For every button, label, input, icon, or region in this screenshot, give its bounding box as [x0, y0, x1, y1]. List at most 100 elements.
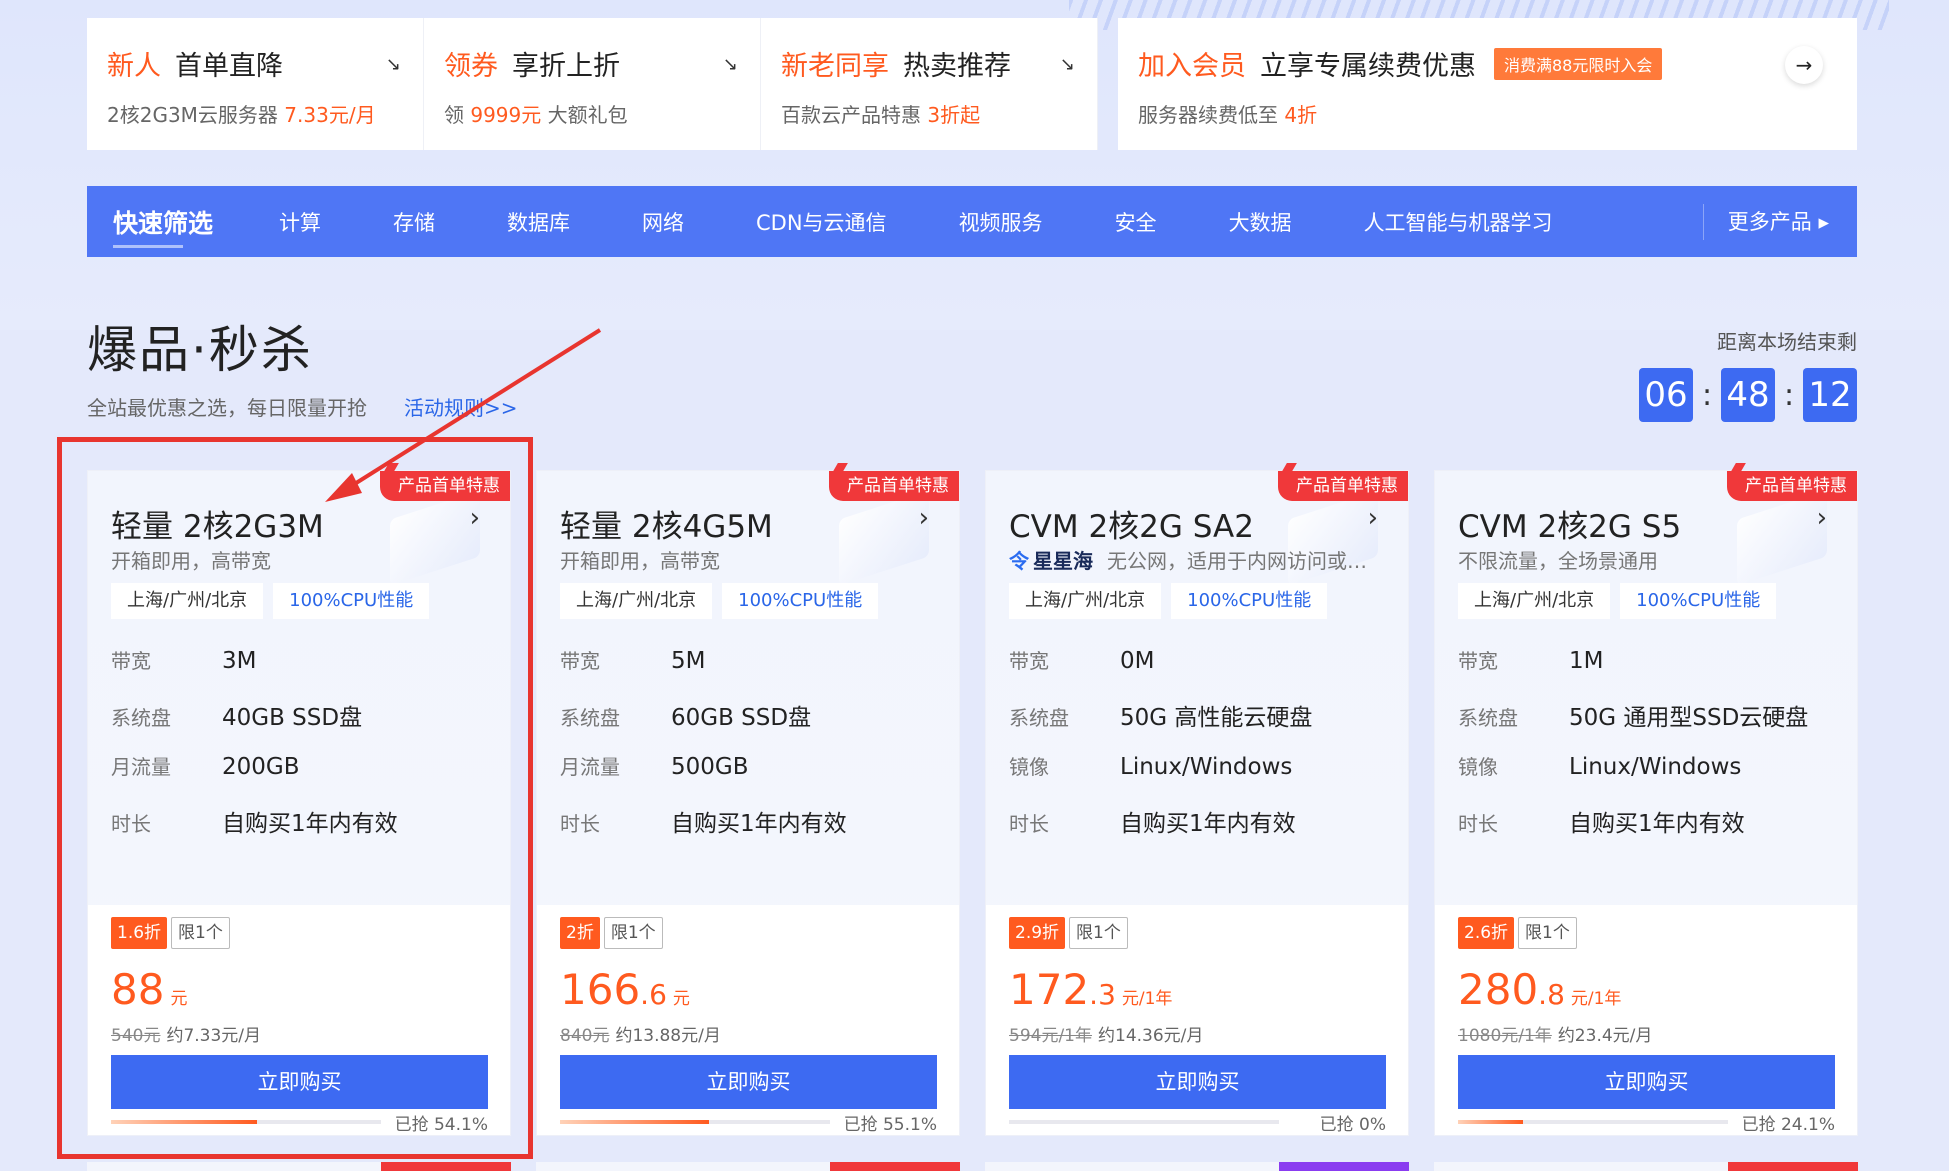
countdown-separator: :	[1783, 377, 1795, 413]
price: 280.8 元/1年	[1458, 965, 1622, 1014]
sold-progress-bar	[1458, 1120, 1728, 1124]
spec-row: 系统盘 40GB SSD盘	[111, 705, 363, 731]
nav-item-database[interactable]: 数据库	[507, 207, 570, 237]
price-area: 2折 限1个 166.6 元 840元 约13.88元/月 立即购买 已抢 55.1%	[537, 905, 959, 1135]
sold-progress-text: 已抢 55.1%	[843, 1115, 937, 1135]
product-card[interactable]: 产品首单特惠 轻量 2核4G5M › 开箱即用，高带宽 上海/广州/北京 100…	[536, 470, 960, 1136]
promo-newuser[interactable]: 新人 首单直降 2核2G3M云服务器 7.33元/月 ↘	[87, 18, 424, 150]
feature-chips: 上海/广州/北京 100%CPU性能	[560, 583, 888, 619]
spec-row: 月流量 500GB	[560, 754, 749, 780]
product-name: CVM 2核2G SA2	[1009, 509, 1254, 545]
chevron-right-icon[interactable]: ›	[470, 503, 480, 533]
promo-coupon[interactable]: 领券 享折上折 领 9999元 大额礼包 ↘	[424, 18, 761, 150]
chevron-right-icon[interactable]: ›	[919, 503, 929, 533]
promo-title-text: 享折上折	[512, 51, 620, 82]
region-chip: 上海/广州/北京	[1009, 583, 1162, 619]
arrow-down-right-icon: ↘	[722, 54, 738, 75]
region-chip: 上海/广州/北京	[560, 583, 713, 619]
limit-badge: 限1个	[603, 917, 663, 949]
nav-item-cdn[interactable]: CDN与云通信	[756, 207, 887, 237]
brand-name: 星星海	[1033, 549, 1093, 573]
feature-chips: 上海/广州/北京 100%CPU性能	[111, 583, 439, 619]
original-price: 540元 约7.33元/月	[111, 1026, 262, 1046]
first-order-tag: 产品首单特惠	[829, 471, 959, 501]
promo-title: 领券 享折上折	[444, 44, 740, 83]
countdown-timer: 06 : 48 : 12	[1639, 368, 1857, 422]
activity-rules-link[interactable]: 活动规则>>	[404, 392, 518, 421]
discount-badge: 2折	[560, 917, 600, 949]
sold-progress-text: 已抢 0%	[1319, 1115, 1386, 1135]
buy-now-button[interactable]: 立即购买	[111, 1055, 488, 1109]
nav-item-security[interactable]: 安全	[1115, 207, 1157, 237]
sold-progress-bar	[1009, 1120, 1279, 1124]
buy-now-button[interactable]: 立即购买	[560, 1055, 937, 1109]
section-title: 爆品·秒杀	[87, 321, 313, 379]
promo-title-text: 热卖推荐	[903, 51, 1011, 82]
nav-item-bigdata[interactable]: 大数据	[1229, 207, 1292, 237]
product-name: 轻量 2核2G3M	[111, 509, 324, 545]
product-card[interactable]: 产品首单特惠 CVM 2核2G S5 › 不限流量，全场景通用 上海/广州/北京…	[1434, 470, 1858, 1136]
price: 88 元	[111, 965, 188, 1014]
sold-progress-text: 已抢 24.1%	[1741, 1115, 1835, 1135]
nav-item-storage[interactable]: 存储	[393, 207, 435, 237]
countdown-label: 距离本场结束剩	[1717, 330, 1857, 354]
promo-title-text: 立享专属续费优惠	[1260, 51, 1476, 82]
buy-now-button[interactable]: 立即购买	[1009, 1055, 1386, 1109]
more-products-link[interactable]: 更多产品 ▸	[1702, 204, 1857, 240]
first-order-tag: 产品首单特惠	[1278, 471, 1408, 501]
product-description: 开箱即用，高带宽	[111, 549, 271, 573]
product-card[interactable]: 产品首单特惠 轻量 2核2G3M › 开箱即用，高带宽 上海/广州/北京 100…	[87, 470, 511, 1136]
price-area: 2.9折 限1个 172.3 元/1年 594元/1年 约14.36元/月 立即购买 …	[986, 905, 1408, 1135]
next-row-card	[1434, 1162, 1858, 1171]
promo-membership[interactable]: 加入会员 立享专属续费优惠 消费满88元限时入会 服务器续费低至 4折 →	[1118, 18, 1857, 150]
chevron-right-icon[interactable]: ›	[1368, 503, 1378, 533]
original-price: 840元 约13.88元/月	[560, 1026, 721, 1046]
feature-chips: 上海/广州/北京 100%CPU性能	[1009, 583, 1337, 619]
limit-badge: 限1个	[171, 917, 230, 949]
original-price: 1080元/1年 约23.4元/月	[1458, 1026, 1653, 1046]
arrow-down-right-icon: ↘	[1059, 54, 1075, 75]
feature-chips: 上海/广州/北京 100%CPU性能	[1458, 583, 1786, 619]
countdown-minutes: 48	[1721, 368, 1775, 422]
product-description: 开箱即用，高带宽	[560, 549, 720, 573]
cpu-chip: 100%CPU性能	[1620, 583, 1777, 619]
next-row-card	[985, 1162, 1409, 1171]
countdown-separator: :	[1701, 377, 1713, 413]
spec-row: 带宽 1M	[1458, 648, 1604, 674]
first-order-tag: 产品首单特惠	[380, 471, 510, 501]
promo-title-text: 首单直降	[175, 51, 283, 82]
promo-highlight: 加入会员	[1138, 51, 1246, 82]
nav-item-compute[interactable]: 计算	[279, 207, 321, 237]
promo-subtitle: 2核2G3M云服务器 7.33元/月	[107, 103, 376, 127]
sold-progress-text: 已抢 54.1%	[394, 1115, 488, 1135]
spec-row: 月流量 200GB	[111, 754, 300, 780]
buy-now-button[interactable]: 立即购买	[1458, 1055, 1835, 1109]
cpu-chip: 100%CPU性能	[722, 583, 879, 619]
arrow-right-icon[interactable]: →	[1785, 46, 1823, 84]
spec-row: 时长 自购买1年内有效	[560, 811, 847, 837]
spec-row: 时长 自购买1年内有效	[1009, 811, 1296, 837]
promo-hot[interactable]: 新老同享 热卖推荐 百款云产品特惠 3折起 ↘	[761, 18, 1098, 150]
nav-item-network[interactable]: 网络	[642, 207, 684, 237]
sold-progress-bar	[111, 1120, 381, 1124]
product-card[interactable]: 产品首单特惠 CVM 2核2G SA2 › 令星星海 无公网，适用于内网访问或… …	[985, 470, 1409, 1136]
product-name: 轻量 2核4G5M	[560, 509, 773, 545]
price: 172.3 元/1年	[1009, 965, 1173, 1014]
section-subtitle: 全站最优惠之选，每日限量开抢	[87, 396, 367, 420]
membership-badge: 消费满88元限时入会	[1494, 48, 1663, 80]
product-description: 令星星海 无公网，适用于内网访问或…	[1009, 549, 1367, 573]
limit-badge: 限1个	[1518, 917, 1577, 949]
chevron-right-icon[interactable]: ›	[1817, 503, 1827, 533]
nav-item-ai[interactable]: 人工智能与机器学习	[1364, 207, 1553, 237]
countdown-seconds: 12	[1803, 368, 1857, 422]
next-row-card	[87, 1162, 511, 1171]
promo-subtitle: 领 9999元 大额礼包	[444, 103, 628, 127]
region-chip: 上海/广州/北京	[111, 583, 264, 619]
promo-subtitle: 百款云产品特惠 3折起	[781, 103, 981, 127]
product-name: CVM 2核2G S5	[1458, 509, 1682, 545]
promo-title: 新老同享 热卖推荐	[781, 44, 1077, 83]
spec-row: 镜像 Linux/Windows	[1458, 754, 1742, 780]
nav-item-video[interactable]: 视频服务	[959, 207, 1043, 237]
discount-badge: 1.6折	[111, 917, 168, 949]
countdown-hours: 06	[1639, 368, 1693, 422]
